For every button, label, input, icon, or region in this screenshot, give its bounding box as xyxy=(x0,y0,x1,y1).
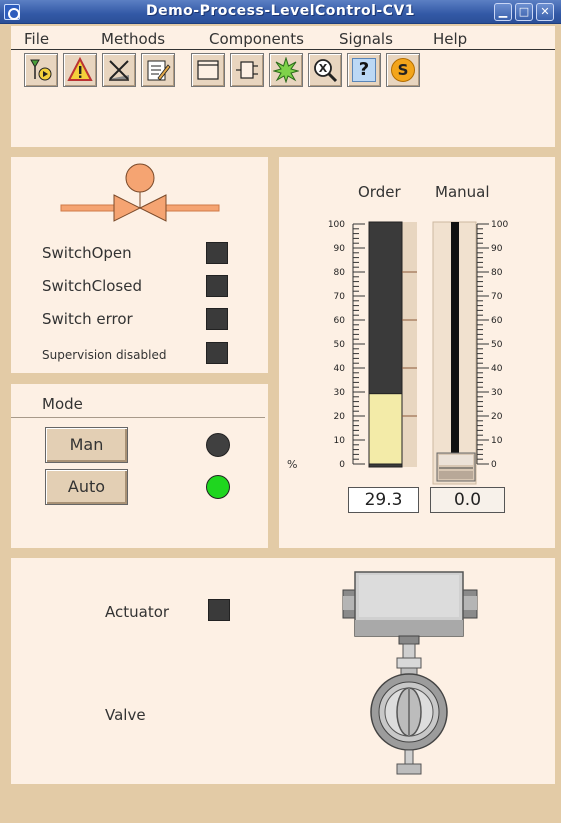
order-tick-label: 30 xyxy=(334,388,346,398)
manual-tick-label: 20 xyxy=(491,412,503,422)
simulate-icon: S xyxy=(391,58,415,82)
manual-tick-label: 10 xyxy=(491,436,503,446)
search-object-button[interactable]: X xyxy=(308,53,342,87)
order-tick-label: 50 xyxy=(334,340,346,350)
switch-error-indicator xyxy=(206,308,228,330)
menu-signals[interactable]: Signals xyxy=(339,30,393,48)
manual-scale xyxy=(476,223,489,465)
order-tick-label: 70 xyxy=(334,292,346,302)
auto-button[interactable]: Auto xyxy=(45,469,128,505)
title-bar[interactable]: Demo-Process-LevelControl-CV1 ▁ □ ✕ xyxy=(0,0,561,24)
actuator-indicator xyxy=(208,599,230,621)
manual-tick-label: 60 xyxy=(491,316,503,326)
crossreference-icon xyxy=(273,57,299,83)
switch-closed-label: SwitchClosed xyxy=(42,277,142,295)
manual-slider-handle[interactable] xyxy=(436,452,476,482)
man-button[interactable]: Man xyxy=(45,427,128,463)
notes-icon xyxy=(147,60,171,81)
block-icon xyxy=(109,60,129,81)
menu-bar: File Methods Components Signals Help xyxy=(11,26,555,50)
object-graph-button[interactable] xyxy=(191,53,225,87)
manual-tick-label: 100 xyxy=(491,220,508,230)
supervision-disabled-indicator xyxy=(206,342,228,364)
order-tick-label: 60 xyxy=(334,316,346,326)
percent-unit-label: % xyxy=(287,458,298,471)
mode-title: Mode xyxy=(42,395,83,413)
trend-button[interactable] xyxy=(24,53,58,87)
alarm-warning-icon xyxy=(67,57,93,81)
manual-tick-label: 80 xyxy=(491,268,503,278)
svg-text:X: X xyxy=(319,62,328,75)
menu-file[interactable]: File xyxy=(24,30,49,48)
switch-error-label: Switch error xyxy=(42,310,133,328)
switch-open-indicator xyxy=(206,242,228,264)
minimize-icon[interactable]: ▁ xyxy=(494,3,512,21)
order-tick-label: 100 xyxy=(328,220,345,230)
manual-tick-label: 90 xyxy=(491,244,503,254)
order-bar-fill xyxy=(368,393,403,465)
manual-slider-groove xyxy=(451,222,459,455)
bar-graphs: 1009080706050403020100 10090807060504030… xyxy=(328,220,508,485)
help-button[interactable]: ? xyxy=(347,53,381,87)
supervision-disabled-label: Supervision disabled xyxy=(42,348,167,362)
actuator-valve-icon[interactable] xyxy=(341,570,481,778)
order-tick-label: 40 xyxy=(334,364,346,374)
mode-divider xyxy=(11,417,265,418)
crossreference-button[interactable] xyxy=(269,53,303,87)
object-button[interactable] xyxy=(230,53,264,87)
simulate-glyph: S xyxy=(397,61,409,79)
order-tick-label: 10 xyxy=(334,436,346,446)
order-scale xyxy=(352,223,365,465)
actuator-valve-panel: Actuator Valve xyxy=(11,558,555,784)
search-object-icon: X xyxy=(314,59,338,83)
switch-closed-indicator xyxy=(206,275,228,297)
valve-status-panel: SwitchOpen SwitchClosed Switch error Sup… xyxy=(11,157,268,373)
block-button[interactable] xyxy=(102,53,136,87)
manual-scale-labels: 1009080706050403020100 xyxy=(491,220,508,470)
manual-tick-label: 30 xyxy=(491,388,503,398)
maximize-icon[interactable]: □ xyxy=(515,3,533,21)
valve-symbol-icon[interactable] xyxy=(59,163,223,227)
mode-panel: Mode Man Auto xyxy=(11,384,268,548)
manual-tick-label: 40 xyxy=(491,364,503,374)
order-scale-labels: 1009080706050403020100 xyxy=(328,220,345,470)
manual-tick-label: 0 xyxy=(491,460,497,470)
help-icon: ? xyxy=(352,58,376,82)
valve-label: Valve xyxy=(105,706,146,724)
order-tick-label: 20 xyxy=(334,412,346,422)
trend-icon xyxy=(30,59,52,81)
object-graph-icon xyxy=(197,60,219,80)
window-title: Demo-Process-LevelControl-CV1 xyxy=(145,3,416,19)
order-tick-label: 80 xyxy=(334,268,346,278)
menu-methods[interactable]: Methods xyxy=(101,30,165,48)
notes-button[interactable] xyxy=(141,53,175,87)
man-indicator xyxy=(206,433,230,457)
order-manual-panel: Order Manual 100 90 80 70 60 50 40 30 20 10 0 100 9… xyxy=(279,157,555,548)
manual-value-input[interactable]: 0.0 xyxy=(430,487,505,513)
auto-indicator xyxy=(206,475,230,499)
order-tick-label: 90 xyxy=(334,244,346,254)
simulate-button[interactable]: S xyxy=(386,53,420,87)
alarm-button[interactable] xyxy=(63,53,97,87)
close-icon[interactable]: ✕ xyxy=(536,3,554,21)
switch-open-label: SwitchOpen xyxy=(42,244,132,262)
menu-components[interactable]: Components xyxy=(209,30,304,48)
top-panel: File Methods Components Signals Help X ?… xyxy=(11,26,555,147)
object-icon xyxy=(236,61,258,79)
order-tick-label: 0 xyxy=(339,460,345,470)
menu-help[interactable]: Help xyxy=(433,30,467,48)
order-value-display: 29.3 xyxy=(348,487,419,513)
actuator-label: Actuator xyxy=(105,603,170,621)
help-glyph: ? xyxy=(358,59,370,80)
manual-tick-label: 70 xyxy=(491,292,503,302)
manual-tick-label: 50 xyxy=(491,340,503,350)
